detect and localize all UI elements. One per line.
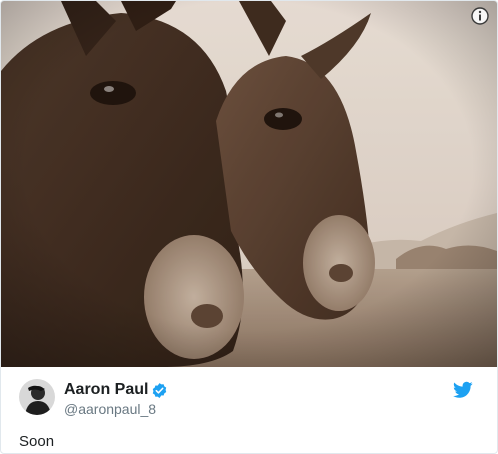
author-names: Aaron Paul @aaronpaul_8 xyxy=(64,381,168,417)
avatar[interactable] xyxy=(19,379,55,415)
tweet-author: Aaron Paul @aaronpaul_8 xyxy=(19,379,479,421)
author-handle[interactable]: @aaronpaul_8 xyxy=(64,401,168,417)
tweet-text: Soon xyxy=(19,433,55,450)
tweet-photo[interactable] xyxy=(1,1,497,367)
donkeys-photo xyxy=(1,1,497,367)
twitter-bird-icon[interactable] xyxy=(453,381,473,399)
verified-badge-icon xyxy=(153,382,167,398)
embedded-tweet-card: Aaron Paul @aaronpaul_8 Soon xyxy=(0,0,498,454)
avatar-image xyxy=(19,379,55,415)
author-display-name[interactable]: Aaron Paul xyxy=(64,381,148,399)
info-icon[interactable] xyxy=(471,7,489,25)
